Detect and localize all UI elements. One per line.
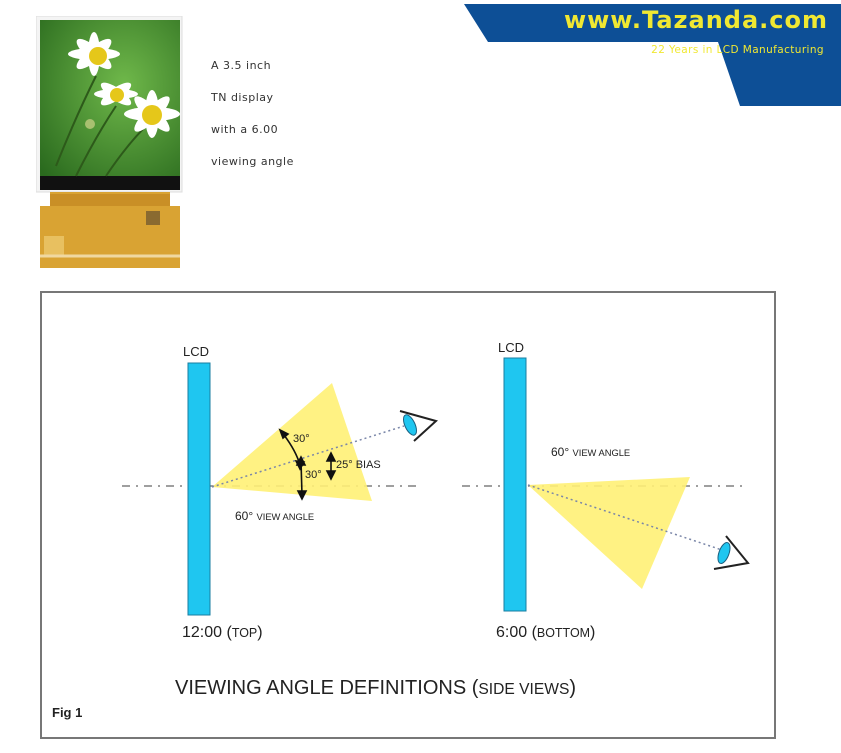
description-line: TN display (211, 91, 274, 104)
lcd-panel-left (187, 362, 211, 616)
caption-right: 6:00 (BOTTOM) (496, 624, 596, 641)
arc-bottom-label: 30° (305, 469, 322, 481)
description-line: viewing angle (211, 155, 294, 168)
lcd-label-left: LCD (183, 344, 210, 359)
lcd-panel-right (503, 357, 527, 612)
product-image (35, 15, 184, 274)
eye-icon-left (399, 410, 439, 442)
brand-tagline: 22 Years in LCD Manufacturing (651, 44, 824, 56)
view-angle-label-left: 60° VIEW ANGLE (235, 509, 315, 523)
arc-top-label: 30° (293, 433, 310, 445)
description-line: A 3.5 inch (211, 59, 272, 72)
viewing-angle-figure: LCD LCD 30° 30° 25° BIAS 60° VIEW ANGLE … (40, 291, 776, 739)
product-description: A 3.5 inch TN display with a 6.00 viewin… (211, 58, 294, 186)
brand-banner: www.Tazanda.com 22 Years in LCD Manufact… (460, 0, 841, 110)
brand-url[interactable]: www.Tazanda.com (538, 6, 828, 34)
lcd-label-right: LCD (498, 340, 525, 355)
view-cone-left (212, 383, 372, 501)
figure-title: VIEWING ANGLE DEFINITIONS (SIDE VIEWS) (175, 677, 577, 699)
bias-label: 25° BIAS (336, 459, 381, 471)
view-angle-label-right: 60° VIEW ANGLE (551, 445, 631, 459)
caption-left: 12:00 (TOP) (182, 624, 263, 641)
description-line: with a 6.00 (211, 123, 279, 136)
eye-icon-right (713, 535, 750, 570)
fig-label: Fig 1 (52, 705, 83, 720)
